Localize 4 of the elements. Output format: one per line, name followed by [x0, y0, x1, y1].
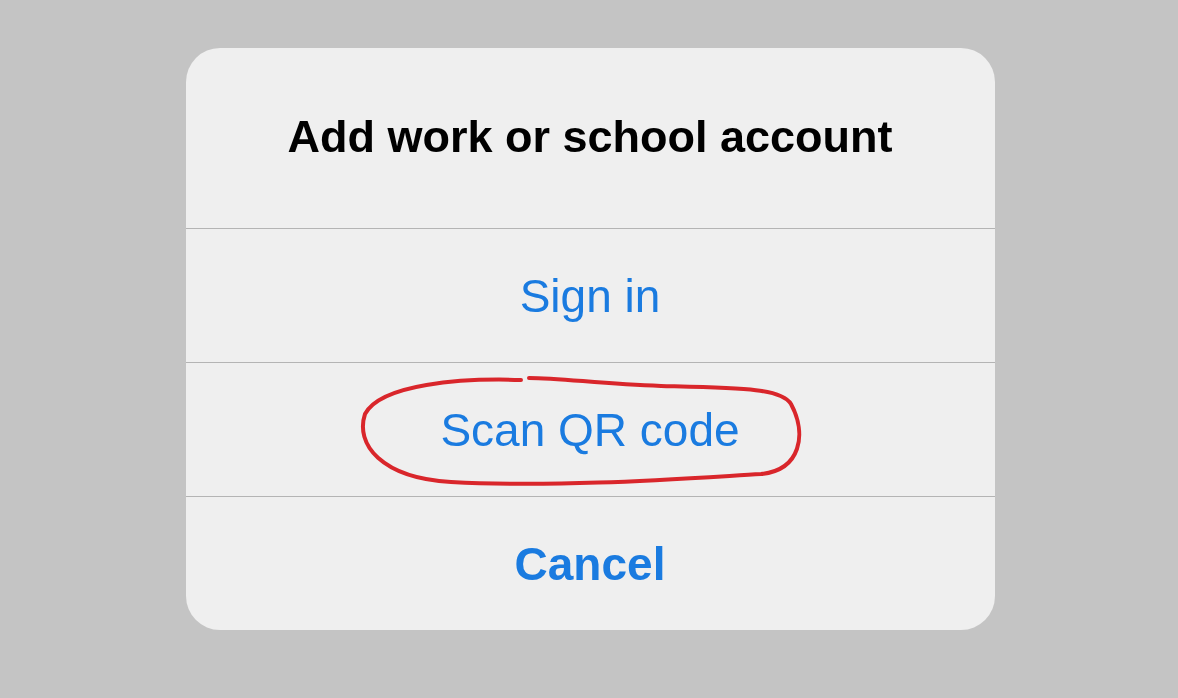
action-button[interactable]: Cancel	[514, 536, 666, 591]
alert-title: Add work or school account	[287, 111, 893, 163]
action-button[interactable]: Scan QR code	[440, 402, 740, 457]
action-button[interactable]: Sign in	[519, 268, 661, 323]
